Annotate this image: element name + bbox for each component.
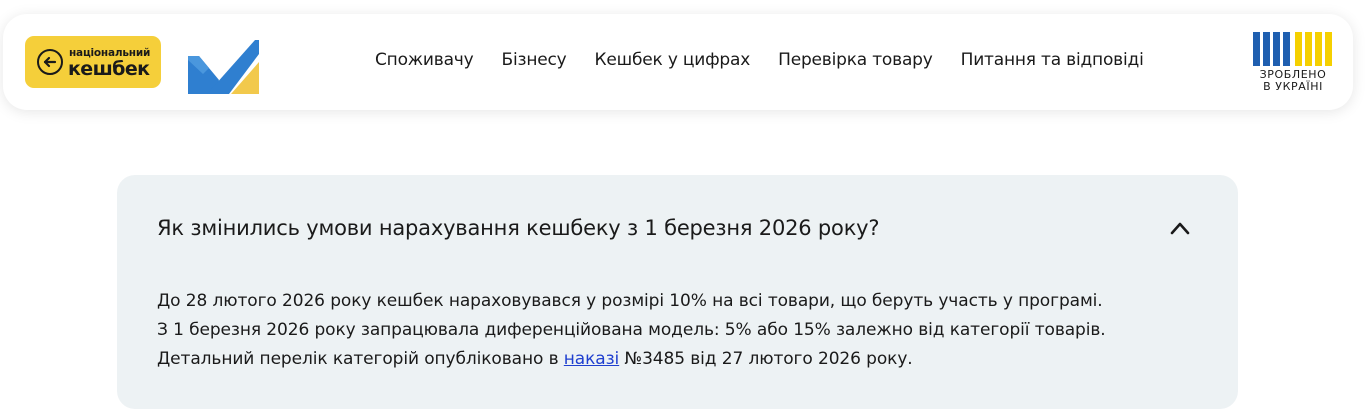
faq-accordion-item: Як змінились умови нарахування кешбеку з…	[117, 175, 1238, 409]
nav-item-consumer[interactable]: Споживачу	[375, 50, 474, 76]
faq-answer-text: Детальний перелік категорій опубліковано…	[157, 349, 564, 369]
nav-item-faq[interactable]: Питання та відповіді	[961, 50, 1144, 76]
order-link[interactable]: наказі	[564, 349, 619, 369]
made-in-ukraine-text-2: В УКРАЇНІ	[1263, 80, 1323, 93]
nav-item-business[interactable]: Бізнесу	[502, 50, 567, 76]
logo-text-main: кешбек	[68, 58, 150, 80]
national-cashback-logo[interactable]: національний кешбек	[25, 36, 161, 88]
ukraine-stripes-icon	[1253, 32, 1332, 66]
faq-answer-line: До 28 лютого 2026 року кешбек нараховува…	[157, 291, 1103, 311]
faq-answer: До 28 лютого 2026 року кешбек нараховува…	[157, 287, 1106, 374]
nav-item-cashback-stats[interactable]: Кешбек у цифрах	[595, 50, 751, 76]
faq-answer-line: З 1 березня 2026 року запрацювала дифере…	[157, 320, 1106, 340]
faq-question[interactable]: Як змінились умови нарахування кешбеку з…	[157, 216, 880, 240]
chevron-up-icon[interactable]	[1169, 220, 1191, 236]
arrow-left-coin-icon	[37, 49, 63, 75]
nav-item-product-check[interactable]: Перевірка товару	[778, 50, 933, 76]
faq-answer-line: Детальний перелік категорій опубліковано…	[157, 345, 1106, 374]
faq-answer-text: №3485 від 27 лютого 2026 року.	[619, 349, 913, 369]
main-nav: Споживачу Бізнесу Кешбек у цифрах Переві…	[375, 50, 1172, 76]
made-in-ukraine-badge: ЗРОБЛЕНО В УКРАЇНІ	[1251, 32, 1335, 96]
site-header: національний кешбек Споживачу Бізнесу Ке…	[3, 14, 1353, 110]
ministry-logo-icon[interactable]	[185, 32, 259, 94]
